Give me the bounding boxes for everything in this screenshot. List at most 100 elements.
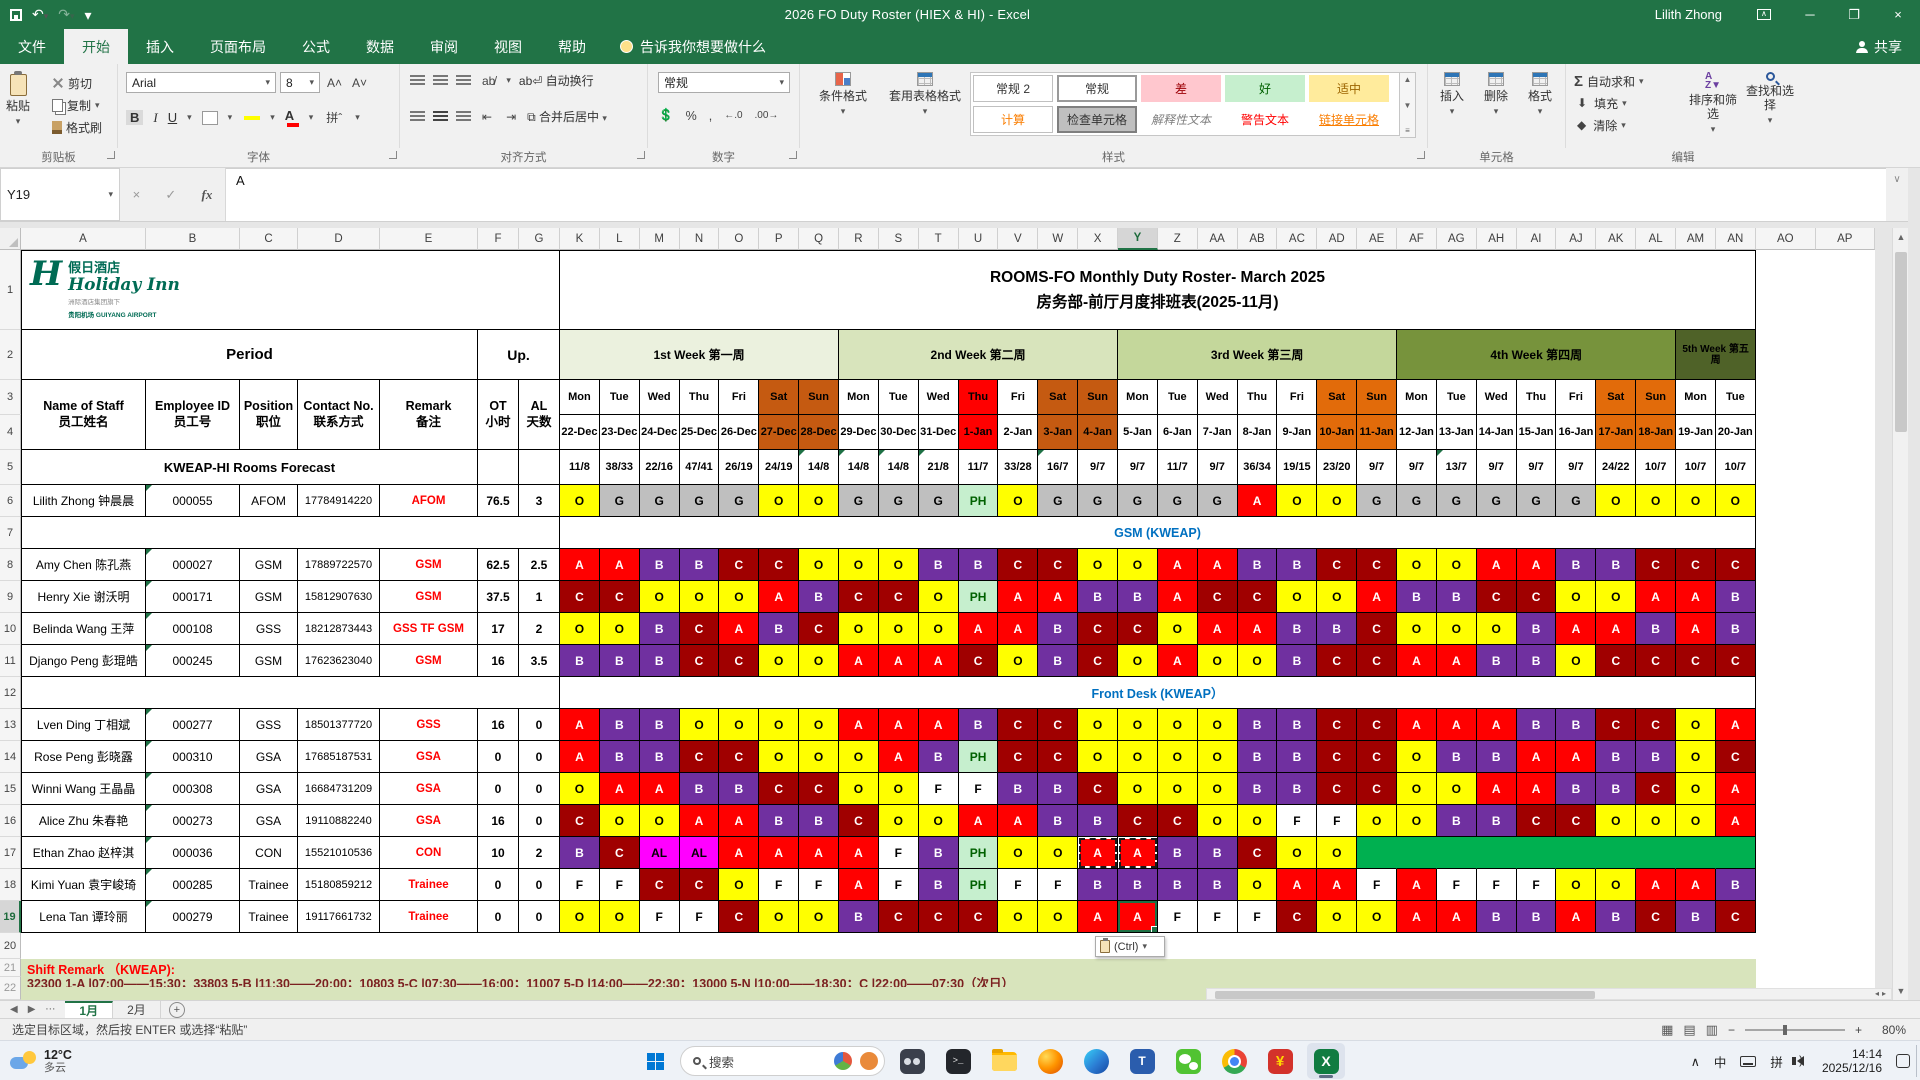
shift-cell-15-25-Dec[interactable]: B: [679, 773, 720, 805]
column-header-K[interactable]: K: [560, 228, 600, 250]
paste-options-popup[interactable]: (Ctrl) ▾: [1095, 936, 1165, 957]
style-linked-cell[interactable]: 链接单元格: [1309, 106, 1389, 133]
shift-cell-13-9-Jan[interactable]: B: [1277, 709, 1318, 741]
shift-cell-10-14-Jan[interactable]: O: [1476, 613, 1517, 645]
shift-cell-13-8-Jan[interactable]: B: [1237, 709, 1278, 741]
staff-position[interactable]: GSM: [240, 581, 298, 613]
shift-cell-15-23-Dec[interactable]: A: [599, 773, 640, 805]
shift-cell-8-13-Jan[interactable]: O: [1436, 549, 1477, 581]
empty-area[interactable]: [1756, 677, 1875, 709]
column-header-F[interactable]: F: [478, 228, 519, 250]
shift-cell-8-8-Jan[interactable]: B: [1237, 549, 1278, 581]
shift-cell-19-11-Jan[interactable]: O: [1357, 901, 1398, 933]
wrap-text-button[interactable]: ab⏎ 自动换行: [519, 72, 594, 89]
taskbar-excel[interactable]: X: [1307, 1043, 1345, 1079]
volume-icon[interactable]: [1791, 1053, 1804, 1067]
column-header-B[interactable]: B: [146, 228, 240, 250]
column-header-Z[interactable]: Z: [1157, 228, 1198, 250]
shift-cell-17-4-Jan[interactable]: A: [1078, 837, 1119, 869]
staff-contact[interactable]: 15521010536: [298, 837, 380, 869]
column-header-AH[interactable]: AH: [1476, 228, 1517, 250]
shift-cell-19-18-Jan[interactable]: C: [1636, 901, 1677, 933]
fill-color-icon[interactable]: [242, 115, 261, 120]
day-column-29-Dec[interactable]: Mon 29-Dec: [839, 380, 879, 450]
forecast-13-Jan[interactable]: 13/7: [1436, 450, 1477, 485]
shift-cell-9-3-Jan[interactable]: A: [1038, 581, 1079, 613]
staff-contact[interactable]: 17784914220: [298, 485, 380, 517]
shift-cell-8-10-Jan[interactable]: C: [1317, 549, 1358, 581]
day-column-20-Jan[interactable]: Tue 20-Jan: [1715, 380, 1756, 450]
section-left[interactable]: [21, 677, 560, 709]
shift-cell-11-1-Jan[interactable]: C: [958, 645, 999, 677]
shift-cell-10-20-Jan[interactable]: B: [1715, 613, 1756, 645]
shift-cell-14-8-Jan[interactable]: B: [1237, 741, 1278, 773]
phonetic-guide-icon[interactable]: 拼ˆ: [323, 109, 345, 126]
zoom-out-icon[interactable]: −: [1728, 1023, 1735, 1037]
shift-cell-8-22-Dec[interactable]: A: [560, 549, 600, 581]
tab-home[interactable]: 开始: [64, 29, 128, 64]
shift-cell-15-17-Jan[interactable]: B: [1596, 773, 1637, 805]
staff-position[interactable]: GSS: [240, 613, 298, 645]
shift-cell-8-5-Jan[interactable]: O: [1118, 549, 1158, 581]
shift-cell-17-8-Jan[interactable]: C: [1237, 837, 1278, 869]
up-header[interactable]: Up.: [478, 330, 560, 380]
minimize-button[interactable]: ─: [1788, 0, 1832, 29]
keyboard-icon[interactable]: [1740, 1055, 1757, 1067]
shift-cell-16-20-Jan[interactable]: A: [1715, 805, 1756, 837]
shift-cell-10-17-Jan[interactable]: A: [1596, 613, 1637, 645]
shift-cell-10-12-Jan[interactable]: O: [1397, 613, 1437, 645]
share-button[interactable]: 共享: [1856, 29, 1920, 64]
shift-cell-14-14-Jan[interactable]: B: [1476, 741, 1517, 773]
day-column-18-Jan[interactable]: Sun 18-Jan: [1636, 380, 1677, 450]
day-column-23-Dec[interactable]: Tue 23-Dec: [599, 380, 640, 450]
restore-button[interactable]: ❐: [1832, 0, 1876, 29]
shift-cell-11-22-Dec[interactable]: B: [560, 645, 600, 677]
shift-cell-11-24-Dec[interactable]: B: [639, 645, 680, 677]
staff-remark[interactable]: CON: [380, 837, 478, 869]
shift-cell-11-10-Jan[interactable]: C: [1317, 645, 1358, 677]
week-band-3[interactable]: 3rd Week 第三周: [1118, 330, 1398, 380]
shift-cell-18-9-Jan[interactable]: A: [1277, 869, 1318, 901]
row-header-20[interactable]: 20: [0, 933, 21, 959]
shift-cell-15-14-Jan[interactable]: A: [1476, 773, 1517, 805]
column-header-AF[interactable]: AF: [1397, 228, 1437, 250]
zoom-in-icon[interactable]: +: [1855, 1023, 1862, 1037]
shift-cell-6-27-Dec[interactable]: O: [759, 485, 800, 517]
staff-id[interactable]: 000285: [146, 869, 240, 901]
shift-cell-17-25-Dec[interactable]: AL: [679, 837, 720, 869]
shift-cell-17-1-Jan[interactable]: PH: [958, 837, 999, 869]
staff-contact[interactable]: 15812907630: [298, 581, 380, 613]
staff-id[interactable]: 000027: [146, 549, 240, 581]
tab-insert[interactable]: 插入: [128, 29, 192, 64]
shift-cell-17-20-Jan[interactable]: [1715, 837, 1756, 869]
forecast-5-Jan[interactable]: 9/7: [1118, 450, 1158, 485]
shift-cell-9-22-Dec[interactable]: C: [560, 581, 600, 613]
orientation-icon[interactable]: ab̸: [479, 74, 498, 88]
shift-cell-19-25-Dec[interactable]: F: [679, 901, 720, 933]
shift-cell-13-16-Jan[interactable]: B: [1556, 709, 1597, 741]
row-header-17[interactable]: 17: [0, 837, 21, 869]
align-top-icon[interactable]: [410, 75, 425, 86]
shift-cell-14-27-Dec[interactable]: O: [759, 741, 800, 773]
forecast-10-Jan[interactable]: 23/20: [1317, 450, 1358, 485]
shift-cell-17-28-Dec[interactable]: A: [799, 837, 840, 869]
shift-cell-19-20-Jan[interactable]: C: [1715, 901, 1756, 933]
redo-icon[interactable]: ↷▾: [58, 7, 74, 23]
column-header-AB[interactable]: AB: [1237, 228, 1278, 250]
shift-cell-18-13-Jan[interactable]: F: [1436, 869, 1477, 901]
week-band-1[interactable]: 1st Week 第一周: [560, 330, 840, 380]
staff-remark[interactable]: GSA: [380, 741, 478, 773]
cancel-entry-icon[interactable]: ×: [133, 187, 141, 202]
staff-position[interactable]: Trainee: [240, 901, 298, 933]
shift-cell-9-23-Dec[interactable]: C: [599, 581, 640, 613]
staff-contact[interactable]: 16684731209: [298, 773, 380, 805]
staff-contact[interactable]: 19110882240: [298, 805, 380, 837]
column-header-M[interactable]: M: [639, 228, 680, 250]
forecast-28-Dec[interactable]: 14/8: [799, 450, 840, 485]
shift-cell-14-31-Dec[interactable]: B: [918, 741, 959, 773]
shift-cell-17-13-Jan[interactable]: [1436, 837, 1477, 869]
shift-cell-14-1-Jan[interactable]: PH: [958, 741, 999, 773]
shift-cell-14-23-Dec[interactable]: B: [599, 741, 640, 773]
shift-cell-19-26-Dec[interactable]: C: [719, 901, 760, 933]
staff-ot[interactable]: 0: [478, 741, 519, 773]
